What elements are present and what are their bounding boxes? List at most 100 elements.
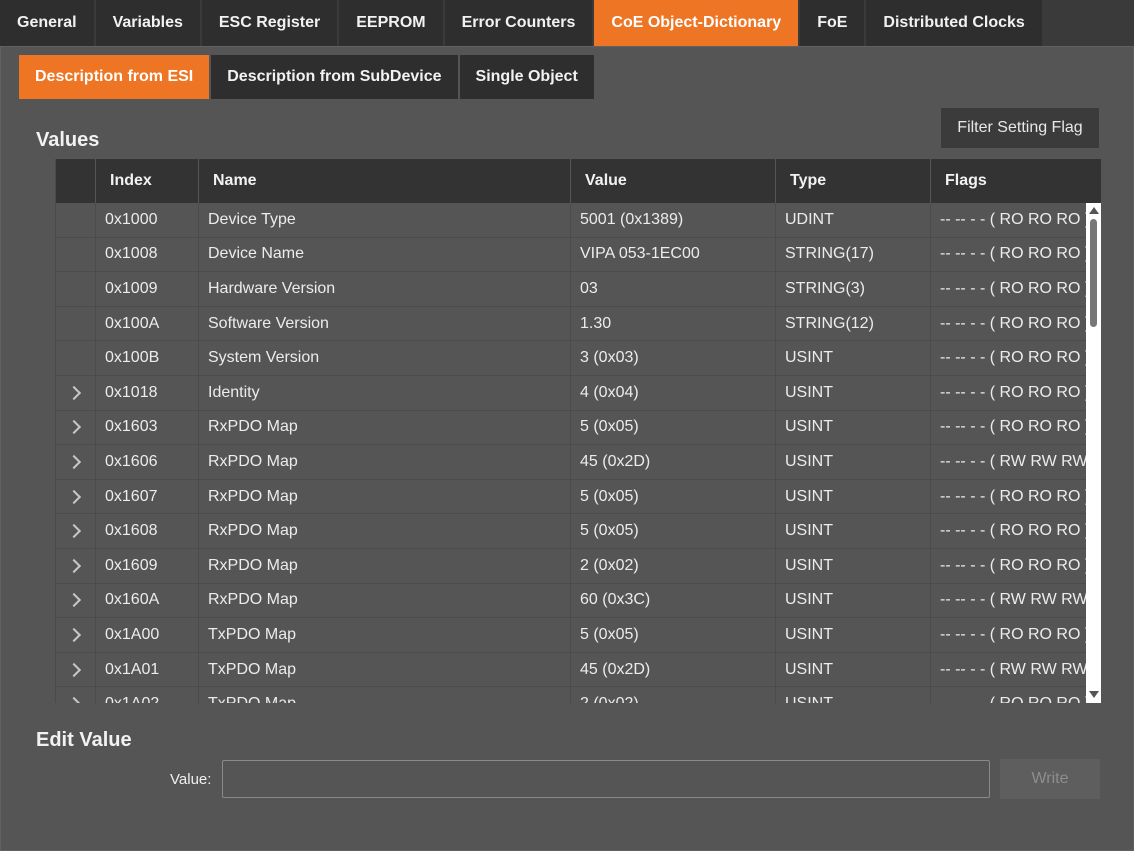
- tab-error-counters[interactable]: Error Counters: [444, 0, 593, 46]
- chevron-right-icon[interactable]: [66, 627, 81, 642]
- flags-cell: -- -- - - ( RO RO RO ): [940, 625, 1086, 643]
- flags-cell: -- -- - - ( RO RO RO ): [940, 383, 1086, 401]
- name-cell: Device Type: [199, 203, 571, 237]
- tab-coe-object-dictionary[interactable]: CoE Object-Dictionary: [594, 0, 799, 46]
- tab-esc-register[interactable]: ESC Register: [201, 0, 338, 46]
- index-cell: 0x1608: [96, 514, 199, 548]
- chevron-right-icon[interactable]: [66, 420, 81, 435]
- table-body: 0x1000 Device Type 5001 (0x1389) UDINT -- --…: [56, 203, 1086, 703]
- index-cell: 0x1607: [96, 479, 199, 514]
- index-cell: 0x160A: [96, 583, 199, 618]
- expand-cell[interactable]: [56, 687, 96, 703]
- flags-cell: -- -- - - ( RO RO RO ): [940, 210, 1086, 228]
- column-header-flags[interactable]: Flags: [931, 159, 1086, 203]
- write-button[interactable]: Write: [1000, 759, 1100, 799]
- flags-cell: -- -- - - ( RO RO RO ): [940, 556, 1086, 574]
- table-scrollbar[interactable]: [1086, 159, 1101, 703]
- expand-cell[interactable]: [56, 375, 96, 410]
- table-row[interactable]: 0x1608 RxPDO Map 5 (0x05) USINT -- -- - - ( …: [56, 514, 1086, 549]
- flags-cell: -- -- - - ( RO RO RO ): [940, 279, 1086, 297]
- expand-cell[interactable]: [56, 479, 96, 514]
- table-row[interactable]: 0x100A Software Version 1.30 STRING(12) -- -…: [56, 306, 1086, 342]
- subtab-description-from-subdevice[interactable]: Description from SubDevice: [211, 55, 458, 99]
- scrollbar-header-filler: [1086, 159, 1101, 203]
- flags-cell: -- -- - - ( RO RO RO ): [940, 349, 1086, 367]
- tab-variables[interactable]: Variables: [95, 0, 200, 46]
- chevron-right-icon[interactable]: [66, 489, 81, 504]
- value-input[interactable]: [222, 760, 990, 798]
- value-cell: 1.30: [571, 306, 776, 341]
- expand-cell[interactable]: [56, 445, 96, 479]
- sub-tab-bar: Description from ESI Description from Sub…: [19, 55, 596, 99]
- type-cell: USINT: [776, 652, 931, 687]
- table-row[interactable]: 0x1000 Device Type 5001 (0x1389) UDINT -- --…: [56, 203, 1086, 238]
- type-cell: USINT: [776, 583, 931, 618]
- chevron-right-icon[interactable]: [66, 454, 81, 470]
- expand-cell[interactable]: [56, 548, 96, 583]
- value-cell: 2 (0x02): [571, 548, 776, 583]
- flags-cell: -- -- - - ( RO RO RO ): [931, 687, 1086, 703]
- chevron-right-icon[interactable]: [66, 558, 81, 573]
- scrollbar-thumb[interactable]: [1090, 219, 1097, 327]
- table-row[interactable]: 0x1609 RxPDO Map 2 (0x02) USINT -- -- - - ( …: [56, 548, 1086, 584]
- table-row[interactable]: 0x1A02TxPDO Map2 (0x02)USINT-- -- - - ( …: [56, 687, 1086, 703]
- type-cell: USINT: [776, 445, 931, 479]
- index-cell: 0x1008: [96, 237, 199, 272]
- table-row[interactable]: 0x1603 RxPDO Map 5 (0x05) USINT -- -- - - ( …: [56, 410, 1086, 446]
- column-header-expand: [56, 159, 96, 203]
- value-cell: 4 (0x04): [571, 375, 776, 410]
- expand-cell[interactable]: [56, 410, 96, 445]
- index-cell: 0x1009: [96, 272, 199, 306]
- value-cell: 45 (0x2D): [571, 445, 776, 479]
- table-row[interactable]: 0x160A RxPDO Map 60 (0x3C) USINT -- -- - - (…: [56, 583, 1086, 619]
- table-row[interactable]: 0x1018 Identity 4 (0x04) USINT -- -- - - ( R…: [56, 375, 1086, 411]
- table-row[interactable]: 0x1009 Hardware Version 03 STRING(3) -- -- -…: [56, 272, 1086, 307]
- tab-distributed-clocks[interactable]: Distributed Clocks: [866, 0, 1042, 46]
- index-cell: 0x1A00: [96, 618, 199, 652]
- type-cell: USINT: [776, 687, 931, 703]
- type-cell: STRING(12): [776, 306, 931, 341]
- chevron-right-icon[interactable]: [66, 697, 81, 703]
- value-label: Value:: [170, 771, 212, 788]
- name-cell: RxPDO Map: [199, 514, 571, 548]
- index-cell: 0x1A02: [96, 687, 199, 703]
- table-row[interactable]: 0x1606 RxPDO Map 45 (0x2D) USINT -- -- - - (…: [56, 445, 1086, 480]
- main-panel: Description from ESI Description from Sub…: [0, 46, 1134, 851]
- tab-general[interactable]: General: [0, 0, 94, 46]
- flags-cell: -- -- - - ( RW RW RW ): [940, 660, 1086, 678]
- table-row[interactable]: 0x1A00 TxPDO Map 5 (0x05) USINT -- -- - - ( …: [56, 618, 1086, 653]
- table-row[interactable]: 0x100B System Version 3 (0x03) USINT -- -- -…: [56, 341, 1086, 376]
- subtab-single-object[interactable]: Single Object: [459, 55, 594, 99]
- table-row[interactable]: 0x1008 Device Name VIPA 053-1EC00 STRING(17…: [56, 237, 1086, 273]
- chevron-right-icon[interactable]: [66, 662, 81, 677]
- top-tab-bar: General Variables ESC Register EEPROM Error …: [0, 0, 1044, 46]
- subtab-description-from-esi[interactable]: Description from ESI: [19, 55, 210, 99]
- filter-setting-flag-button[interactable]: Filter Setting Flag: [941, 108, 1099, 148]
- expand-cell: [56, 272, 96, 306]
- value-cell: 5 (0x05): [571, 479, 776, 514]
- table-row[interactable]: 0x1607 RxPDO Map 5 (0x05) USINT -- -- - - ( …: [56, 479, 1086, 515]
- expand-cell[interactable]: [56, 652, 96, 687]
- expand-cell[interactable]: [56, 514, 96, 548]
- chevron-right-icon[interactable]: [66, 524, 81, 539]
- column-header-name[interactable]: Name: [199, 159, 571, 203]
- column-header-index[interactable]: Index: [96, 159, 199, 203]
- name-cell: RxPDO Map: [199, 479, 571, 514]
- chevron-right-icon[interactable]: [66, 385, 81, 400]
- value-cell: 2 (0x02): [571, 687, 776, 703]
- chevron-right-icon[interactable]: [66, 593, 81, 608]
- flags-cell: -- -- - - ( RO RO RO ): [940, 245, 1086, 263]
- tab-foe[interactable]: FoE: [800, 0, 865, 46]
- scroll-up-arrow-icon[interactable]: [1089, 207, 1099, 214]
- column-header-type[interactable]: Type: [776, 159, 931, 203]
- name-cell: Identity: [199, 375, 571, 410]
- expand-cell: [56, 203, 96, 237]
- tab-eeprom[interactable]: EEPROM: [339, 0, 443, 46]
- expand-cell[interactable]: [56, 583, 96, 618]
- table-row[interactable]: 0x1A01 TxPDO Map 45 (0x2D) USINT -- -- - - (…: [56, 652, 1086, 688]
- column-header-value[interactable]: Value: [571, 159, 776, 203]
- expand-cell[interactable]: [56, 618, 96, 652]
- name-cell: RxPDO Map: [199, 583, 571, 618]
- scroll-down-arrow-icon[interactable]: [1089, 691, 1099, 698]
- flags-cell: -- -- - - ( RO RO RO ): [940, 487, 1086, 505]
